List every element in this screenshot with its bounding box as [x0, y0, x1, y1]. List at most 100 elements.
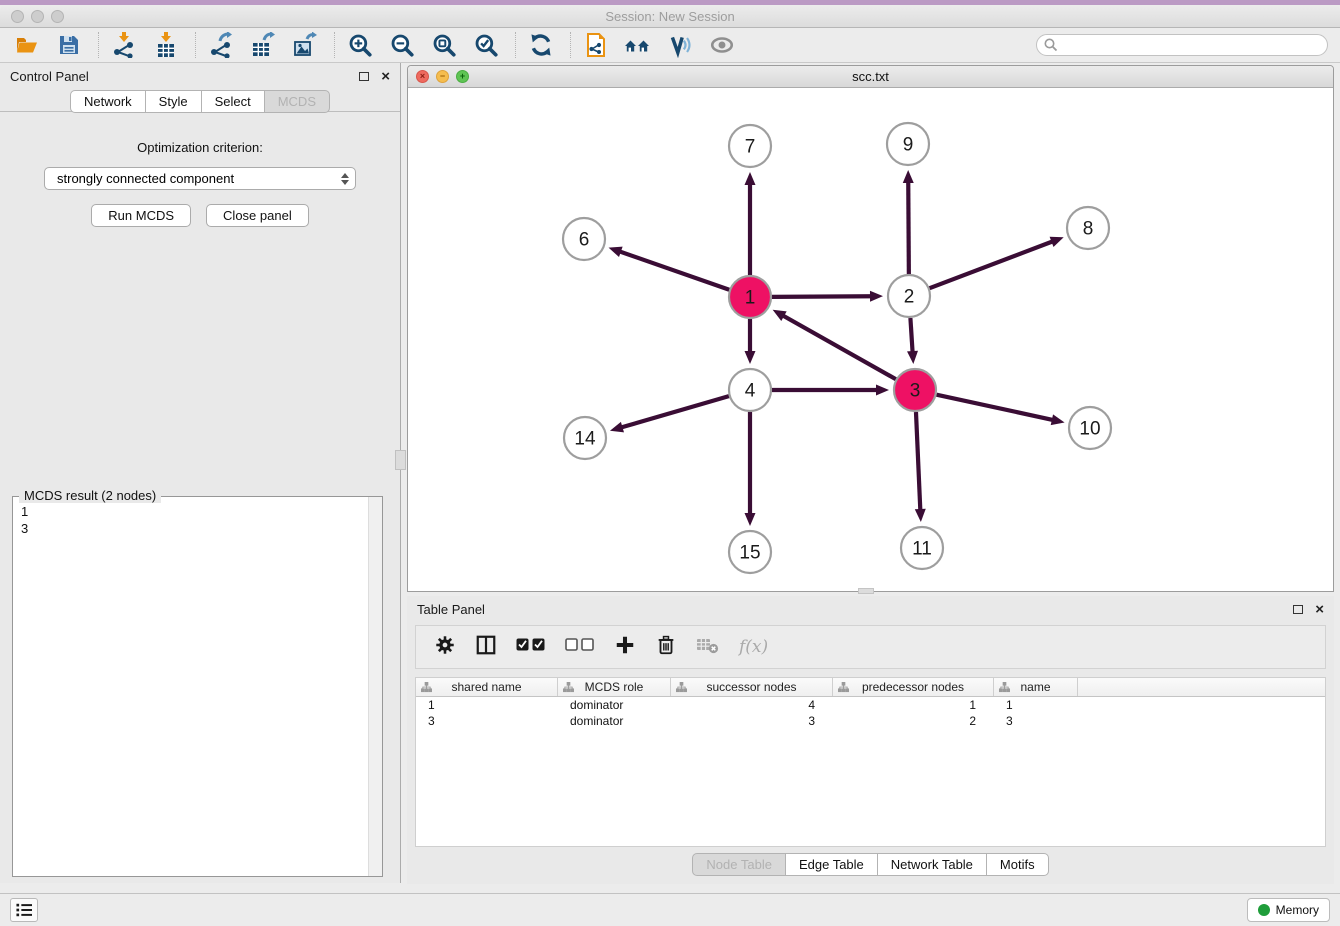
delete-table-icon [696, 635, 720, 660]
graph-edge-2-9[interactable] [903, 170, 914, 274]
svg-text:2: 2 [904, 287, 915, 308]
network-from-file-icon[interactable] [581, 30, 611, 60]
select-all-checkboxes-icon[interactable] [516, 637, 546, 657]
table-row[interactable]: 3dominator323 [416, 713, 1325, 729]
control-tab-mcds[interactable]: MCDS [264, 90, 330, 113]
graph-edge-1-4[interactable] [745, 319, 756, 364]
table-cell[interactable]: 1 [416, 698, 558, 712]
vertical-splitter-handle[interactable] [395, 450, 406, 470]
table-tab-node-table[interactable]: Node Table [692, 853, 786, 876]
graph-edge-4-14[interactable] [610, 396, 729, 432]
refresh-layout-icon[interactable] [526, 30, 556, 60]
graph-node-14[interactable]: 14 [564, 417, 606, 459]
zoom-out-icon[interactable] [387, 30, 417, 60]
graph-node-9[interactable]: 9 [887, 123, 929, 165]
graph-edge-1-2[interactable] [772, 291, 883, 302]
table-tab-network-table[interactable]: Network Table [877, 853, 987, 876]
search-icon [1043, 37, 1059, 53]
graph-node-11[interactable]: 11 [901, 527, 943, 569]
export-image-icon[interactable] [290, 30, 320, 60]
graph-node-7[interactable]: 7 [729, 125, 771, 167]
criterion-select[interactable]: strongly connected component [44, 167, 356, 190]
control-tab-style[interactable]: Style [145, 90, 202, 113]
column-header-name[interactable]: name [994, 678, 1078, 696]
network-canvas[interactable]: 7 9 6 8 1 2 4 3 14 10 15 11 [408, 88, 1333, 591]
table-tab-edge-table[interactable]: Edge Table [785, 853, 878, 876]
table-tab-motifs[interactable]: Motifs [986, 853, 1049, 876]
table-cell[interactable]: 3 [416, 714, 558, 728]
delete-column-icon[interactable] [655, 634, 677, 661]
table-row[interactable]: 1dominator411 [416, 697, 1325, 713]
app-titlebar: Session: New Session [0, 5, 1340, 28]
graph-node-15[interactable]: 15 [729, 531, 771, 573]
graph-edge-1-7[interactable] [745, 172, 756, 275]
table-cell[interactable]: dominator [558, 714, 671, 728]
close-panel-icon[interactable]: × [381, 69, 390, 84]
memory-label: Memory [1276, 903, 1319, 917]
control-tab-select[interactable]: Select [201, 90, 265, 113]
table-cell[interactable]: 3 [671, 714, 833, 728]
graph-edge-3-10[interactable] [936, 395, 1064, 425]
mcds-result-lines: 13 [13, 497, 382, 537]
settings-gear-icon[interactable] [434, 634, 456, 661]
deselect-checkboxes-icon[interactable] [565, 637, 595, 657]
network-view-title: scc.txt [408, 69, 1333, 84]
memory-button[interactable]: Memory [1247, 898, 1330, 922]
control-tab-network[interactable]: Network [70, 90, 146, 113]
show-hide-icon[interactable] [707, 30, 737, 60]
column-hierarchy-icon [999, 682, 1010, 693]
column-hierarchy-icon [421, 682, 432, 693]
graph-node-8[interactable]: 8 [1067, 207, 1109, 249]
network-view-window: × − + scc.txt 7 9 6 8 1 2 4 3 14 10 15 11 [407, 65, 1334, 592]
close-table-panel-icon[interactable]: × [1315, 602, 1324, 617]
open-session-icon[interactable] [12, 30, 42, 60]
graph-node-2[interactable]: 2 [888, 275, 930, 317]
graph-node-10[interactable]: 10 [1069, 407, 1111, 449]
table-cell[interactable]: 4 [671, 698, 833, 712]
zoom-selected-icon[interactable] [471, 30, 501, 60]
add-column-icon[interactable] [614, 634, 636, 661]
graph-node-4[interactable]: 4 [729, 369, 771, 411]
graph-edge-4-15[interactable] [745, 412, 756, 526]
horizontal-splitter-handle[interactable] [858, 588, 874, 594]
graph-node-6[interactable]: 6 [563, 218, 605, 260]
graph-node-3[interactable]: 3 [894, 369, 936, 411]
graph-edge-3-1[interactable] [773, 310, 896, 379]
column-header-successor-nodes[interactable]: successor nodes [671, 678, 833, 696]
run-mcds-button[interactable]: Run MCDS [91, 204, 191, 227]
export-table-icon[interactable] [248, 30, 278, 60]
graph-edge-4-3[interactable] [772, 385, 889, 396]
float-panel-icon[interactable] [359, 72, 369, 81]
optimization-criterion-label: Optimization criterion: [0, 140, 400, 155]
split-columns-icon[interactable] [475, 634, 497, 661]
import-network-icon[interactable] [109, 30, 139, 60]
column-header-predecessor-nodes[interactable]: predecessor nodes [833, 678, 994, 696]
graph-edge-2-8[interactable] [930, 237, 1064, 288]
network-window-titlebar[interactable]: × − + scc.txt [408, 66, 1333, 88]
column-header-shared-name[interactable]: shared name [416, 678, 558, 696]
graph-edge-2-3[interactable] [907, 318, 918, 364]
zoom-in-icon[interactable] [345, 30, 375, 60]
mcds-result-box: MCDS result (2 nodes) 13 [12, 496, 383, 877]
save-session-icon[interactable] [54, 30, 84, 60]
table-cell[interactable]: 2 [833, 714, 994, 728]
search-input[interactable] [1059, 36, 1327, 54]
table-cell[interactable]: 3 [994, 714, 1078, 728]
export-network-icon[interactable] [206, 30, 236, 60]
table-cell[interactable]: dominator [558, 698, 671, 712]
first-neighbors-icon[interactable] [623, 30, 653, 60]
svg-text:8: 8 [1083, 219, 1094, 240]
style-painter-icon[interactable] [665, 30, 695, 60]
result-scrollbar[interactable] [368, 497, 382, 876]
graph-node-1[interactable]: 1 [729, 276, 771, 318]
column-header-MCDS-role[interactable]: MCDS role [558, 678, 671, 696]
graph-edge-3-11[interactable] [915, 412, 926, 522]
graph-edge-1-6[interactable] [609, 247, 730, 290]
task-history-button[interactable] [10, 898, 38, 922]
table-cell[interactable]: 1 [833, 698, 994, 712]
import-table-icon[interactable] [151, 30, 181, 60]
float-table-panel-icon[interactable] [1293, 605, 1303, 614]
close-panel-button[interactable]: Close panel [206, 204, 309, 227]
table-cell[interactable]: 1 [994, 698, 1078, 712]
zoom-fit-icon[interactable] [429, 30, 459, 60]
